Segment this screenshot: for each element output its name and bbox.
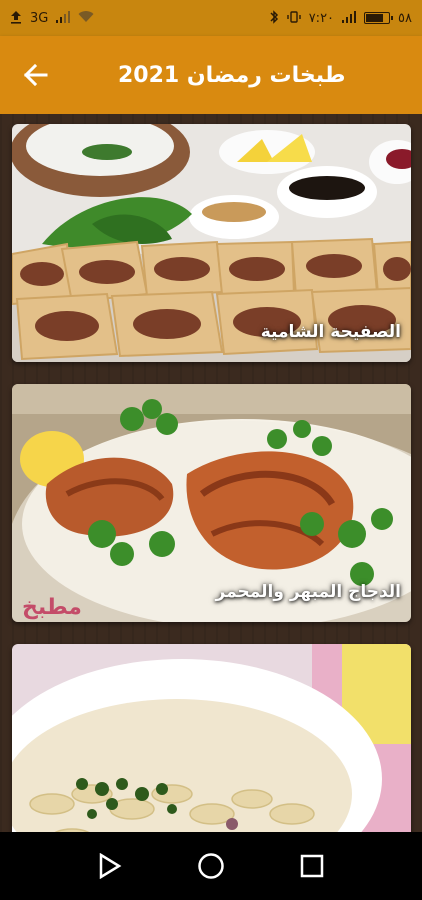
- recipe-title-sfiha: الصفيحة الشامية: [260, 322, 401, 342]
- signal-bars-icon: [56, 10, 71, 26]
- recipe-list[interactable]: الصفيحة الشامية مطبخ الدجاج المبهر والمح…: [0, 114, 422, 832]
- recipe-card-pasta[interactable]: [12, 644, 411, 832]
- recipe-card-sfiha[interactable]: الصفيحة الشامية: [12, 124, 411, 362]
- bluetooth-icon: [269, 9, 279, 27]
- nav-home-button[interactable]: [191, 846, 231, 886]
- vibrate-icon: [287, 10, 301, 26]
- svg-text:مطبخ: مطبخ: [22, 595, 82, 620]
- battery-icon: [364, 12, 394, 24]
- arrow-back-icon: [23, 63, 48, 87]
- status-bar: 3G ٧:٢٠ ٥٨: [0, 0, 422, 36]
- time-text: ٧:٢٠: [308, 10, 335, 26]
- recents-square-icon: [300, 854, 323, 878]
- upload-icon: [10, 10, 22, 27]
- signal-3g-label: 3G: [30, 10, 49, 26]
- nav-back-button[interactable]: [90, 846, 130, 886]
- recipe-card-chicken[interactable]: مطبخ الدجاج المبهر والمحمر: [12, 384, 411, 622]
- battery-fill: [366, 14, 383, 22]
- back-triangle-icon: [100, 853, 122, 879]
- home-circle-icon: [198, 853, 224, 879]
- recipe-image-pasta: [12, 644, 411, 832]
- nav-recents-button[interactable]: [292, 846, 332, 886]
- status-right: ٧:٢٠ ٥٨: [269, 9, 412, 27]
- page-title: طبخات رمضان 2021: [118, 62, 346, 88]
- wifi-icon: [78, 10, 94, 26]
- signal-bars-icon-2: [342, 10, 357, 26]
- recipe-title-chicken: الدجاج المبهر والمحمر: [215, 582, 402, 602]
- status-left: 3G: [10, 10, 94, 27]
- system-nav-bar: [0, 832, 422, 900]
- back-button[interactable]: [0, 36, 70, 114]
- battery-percent: ٥٨: [398, 10, 412, 26]
- app-bar: طبخات رمضان 2021: [0, 36, 422, 114]
